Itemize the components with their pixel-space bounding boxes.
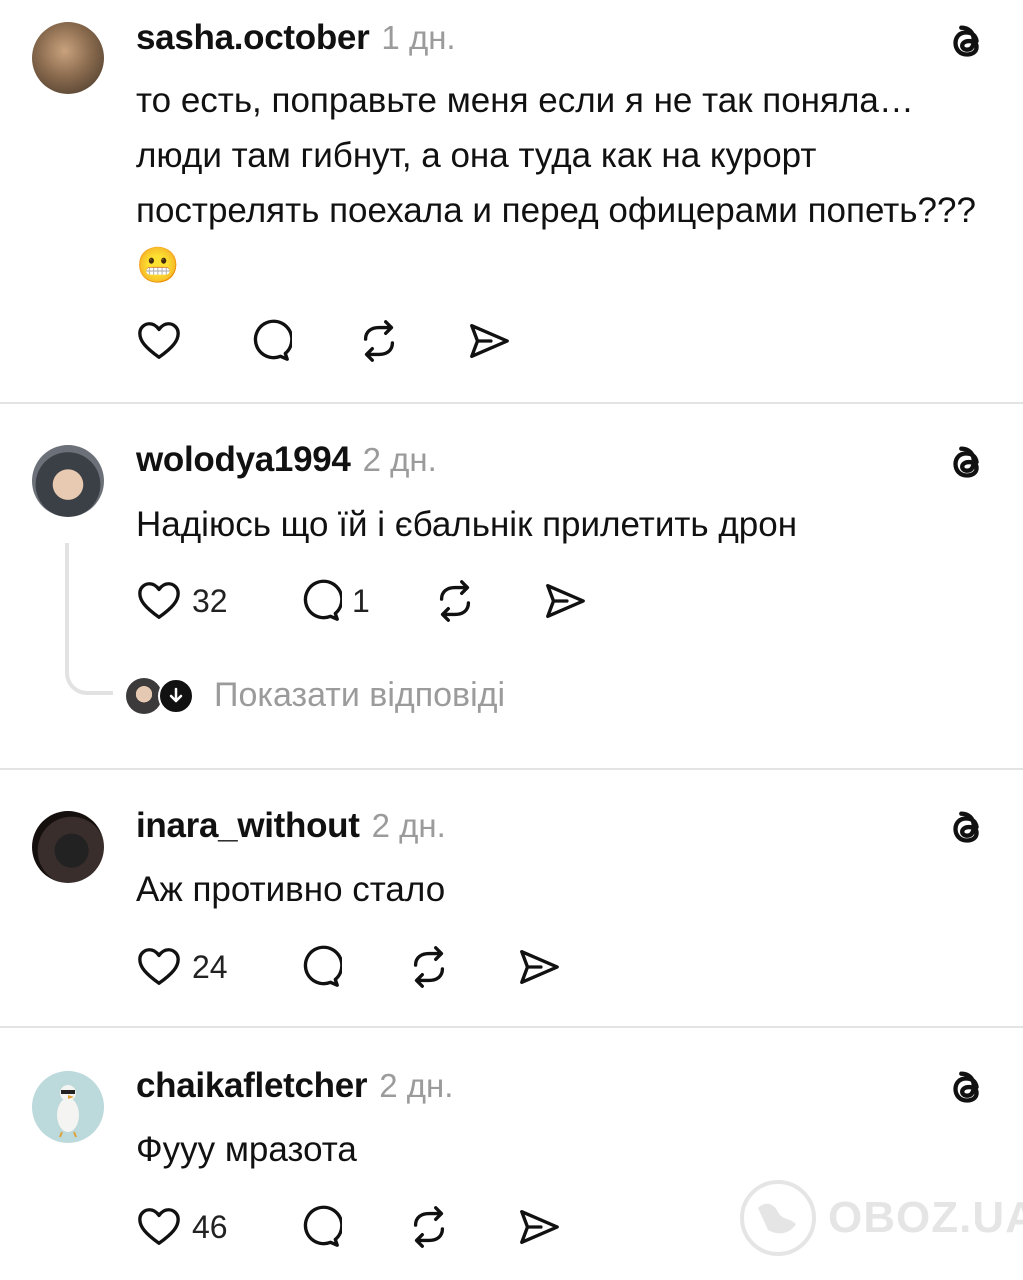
show-replies-label: Показати відповіді	[214, 676, 506, 714]
like-button[interactable]: 46	[136, 1204, 228, 1250]
reply-count: 1	[352, 582, 370, 619]
post-header: sasha.october 1 дн.	[136, 18, 456, 58]
heart-icon	[138, 322, 180, 359]
share-button[interactable]	[542, 578, 588, 624]
arrow-down-icon	[158, 677, 194, 714]
globe-icon	[740, 1180, 816, 1256]
repost-icon	[413, 946, 445, 988]
post-header: wolodya1994 2 дн.	[136, 440, 437, 480]
thread-line	[65, 543, 113, 695]
share-button[interactable]	[516, 1204, 562, 1250]
comment-icon	[303, 945, 342, 987]
threads-logo-icon	[953, 446, 979, 478]
username[interactable]: inara_without	[136, 806, 360, 846]
username[interactable]: sasha.october	[136, 18, 370, 58]
share-icon	[546, 583, 585, 619]
reply-avatars	[126, 677, 194, 714]
username[interactable]: chaikafletcher	[136, 1066, 368, 1106]
comment-icon	[303, 1205, 342, 1247]
post-header: chaikafletcher 2 дн.	[136, 1066, 453, 1106]
comment-button[interactable]	[296, 1204, 342, 1250]
heart-icon	[138, 582, 180, 619]
share-icon	[470, 323, 509, 359]
comment-button[interactable]	[246, 318, 292, 364]
username[interactable]: wolodya1994	[136, 440, 351, 480]
timestamp: 1 дн.	[381, 19, 456, 56]
timestamp: 2 дн.	[371, 807, 446, 844]
post-text: Надіюсь що їй і єбальнік прилетить дрон	[136, 505, 798, 544]
heart-icon	[138, 948, 180, 985]
divider	[0, 768, 1023, 770]
avatar[interactable]	[32, 811, 104, 883]
share-icon	[520, 1209, 559, 1245]
avatar[interactable]	[32, 445, 104, 517]
like-button[interactable]: 32	[136, 578, 228, 624]
share-button[interactable]	[466, 318, 512, 364]
repost-icon	[439, 580, 471, 622]
comment-button[interactable]: 1	[296, 578, 370, 624]
repost-icon	[413, 1206, 445, 1248]
watermark-text: OBOZ.UA	[828, 1193, 1023, 1242]
watermark: OBOZ.UA	[738, 1178, 1023, 1258]
like-count: 24	[192, 948, 228, 985]
comment-icon	[303, 579, 342, 621]
threads-logo-icon	[953, 1071, 979, 1103]
avatar[interactable]	[32, 1071, 104, 1143]
share-button[interactable]	[516, 944, 562, 990]
seagull-icon	[57, 1085, 79, 1138]
like-count: 46	[192, 1208, 228, 1245]
repost-button[interactable]	[406, 1204, 452, 1250]
threads-logo-icon	[953, 25, 979, 57]
comment-button[interactable]	[296, 944, 342, 990]
show-replies-button[interactable]: Показати відповіді	[126, 676, 505, 715]
avatar[interactable]	[32, 22, 104, 94]
heart-icon	[138, 1208, 180, 1245]
repost-icon	[363, 320, 395, 362]
avatar	[126, 677, 162, 714]
post-header: inara_without 2 дн.	[136, 806, 446, 846]
divider	[0, 1026, 1023, 1028]
divider	[0, 402, 1023, 404]
post-text: Аж противно стало	[136, 870, 446, 909]
timestamp: 2 дн.	[379, 1067, 454, 1104]
timestamp: 2 дн.	[362, 441, 437, 478]
repost-button[interactable]	[406, 944, 452, 990]
like-count: 32	[192, 582, 228, 619]
like-button[interactable]	[136, 318, 182, 364]
repost-button[interactable]	[356, 318, 402, 364]
post-text: Фууу мразота	[136, 1130, 357, 1169]
comment-icon	[253, 319, 292, 361]
share-icon	[520, 949, 559, 985]
like-button[interactable]: 24	[136, 944, 228, 990]
repost-button[interactable]	[432, 578, 478, 624]
threads-logo-icon	[953, 811, 979, 843]
post-text: то есть, поправьте меня если я не так по…	[136, 81, 976, 285]
